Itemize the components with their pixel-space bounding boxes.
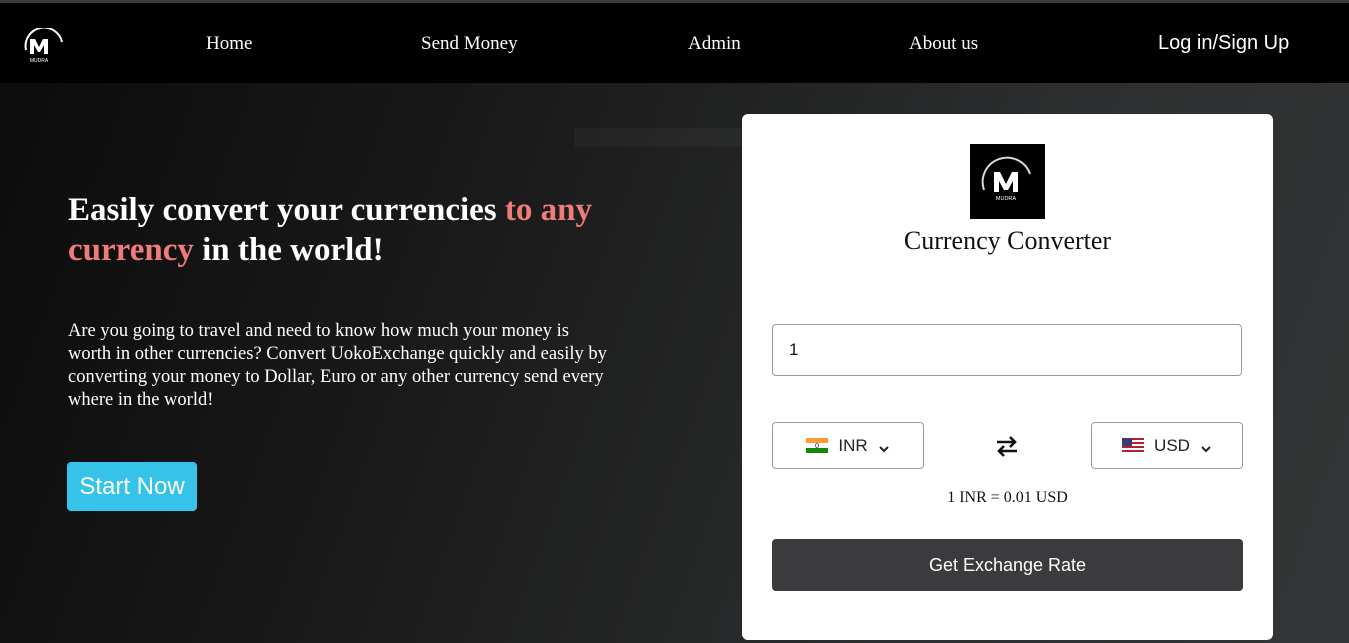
- nav-link-home[interactable]: Home: [206, 33, 252, 55]
- hero-description: Are you going to travel and need to know…: [68, 321, 607, 410]
- from-currency-select[interactable]: INR: [772, 422, 924, 469]
- hero-title-part2: in the world!: [193, 232, 384, 268]
- hero-title: Easily convert your currencies to any cu…: [68, 190, 628, 270]
- mudra-logo-icon[interactable]: MUDRA: [20, 26, 66, 66]
- us-flag-icon: [1122, 438, 1145, 453]
- get-exchange-rate-button[interactable]: Get Exchange Rate: [772, 539, 1243, 591]
- chevron-down-icon: [878, 440, 890, 452]
- currency-converter-card: MUDRA Currency Converter INR: [742, 114, 1273, 640]
- nav-link-admin[interactable]: Admin: [688, 33, 741, 55]
- converter-logo-icon: MUDRA: [970, 144, 1045, 219]
- nav-link-about-us[interactable]: About us: [909, 33, 978, 55]
- from-currency-code: INR: [838, 435, 868, 455]
- chevron-down-icon: [1200, 440, 1212, 452]
- hero-title-part1: Easily convert your currencies: [68, 192, 505, 228]
- faint-overlay-label: [574, 128, 742, 147]
- nav-link-send-money[interactable]: Send Money: [421, 33, 518, 55]
- svg-text:MUDRA: MUDRA: [996, 196, 1016, 202]
- converter-title: Currency Converter: [903, 226, 1112, 255]
- exchange-rate-text: 1 INR = 0.01 USD: [947, 489, 1068, 506]
- to-currency-code: USD: [1154, 435, 1190, 455]
- india-flag-icon: [806, 438, 829, 453]
- start-now-button[interactable]: Start Now: [67, 462, 197, 511]
- navbar: MUDRA Home Send Money Admin About us Log…: [0, 3, 1349, 83]
- swap-currencies-icon[interactable]: [994, 433, 1020, 459]
- login-signup-link[interactable]: Log in/Sign Up: [1158, 32, 1289, 55]
- svg-text:MUDRA: MUDRA: [30, 58, 49, 64]
- amount-input[interactable]: [772, 324, 1242, 376]
- to-currency-select[interactable]: USD: [1091, 422, 1243, 469]
